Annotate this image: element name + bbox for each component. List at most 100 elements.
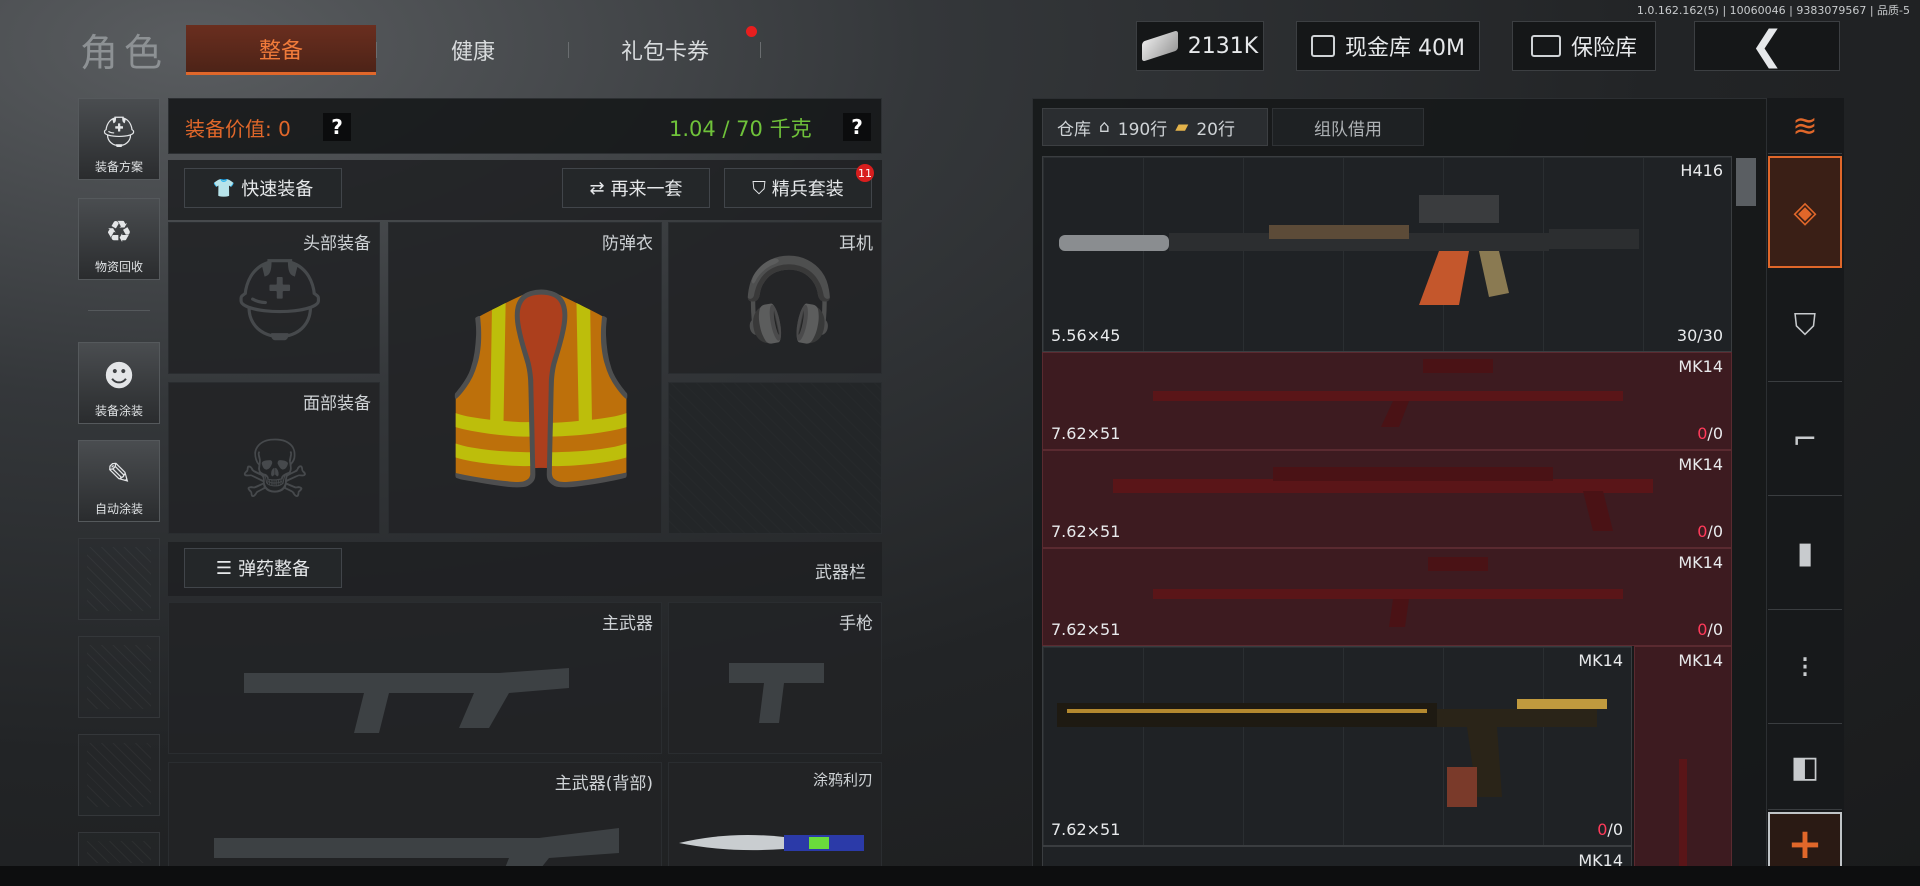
item-name: H416 [1680,161,1723,180]
money-display[interactable]: 2131K [1136,21,1264,71]
ammo-prep-button[interactable]: ☰ 弹药整备 [184,548,342,588]
primary-weapon-label: 主武器 [602,614,653,634]
category-all-icon[interactable]: ◈ [1768,156,1842,268]
tab-team-borrow[interactable]: 组队借用 [1272,108,1424,146]
recycle-button[interactable]: ♻ 物资回收 [78,198,160,280]
item-name: MK14 [1678,651,1723,670]
item-ammo-count: 0/0 [1697,620,1723,639]
soldier-icon: ☻ [103,358,135,394]
tab-health[interactable]: 健康 [378,25,568,75]
helmet-icon: ⛑ [229,253,331,346]
tab-storage[interactable]: 仓库 ⌂ 190行 ▰ 20行 [1042,108,1268,146]
back-button[interactable]: ❮ [1694,21,1840,71]
storage-item[interactable]: MK14 7.62×51 0/0 [1042,352,1732,450]
melee-label: 涂鸦利刃 [812,771,873,789]
safe-button[interactable]: 保险库 [1512,21,1656,71]
storage-item[interactable]: H416 5.56×45 30/30 [1042,156,1732,352]
quick-equip-label: 快速装备 [241,179,314,200]
storage-item[interactable]: MK14 [1634,646,1732,883]
h416-rifle-image [1059,195,1639,305]
quick-actions-bar: 👕 快速装备 ⇄ 再来一套 ⛉ 精兵套装 11 [168,160,882,220]
locked-slot [668,382,882,534]
equip-value: 装备价值: 0 [185,117,291,141]
storage-rows: 190行 [1117,119,1168,140]
category-rifle-icon[interactable]: ⌐ [1768,384,1842,496]
ammo-prep-label: 弹药整备 [238,559,311,580]
cash-vault-button[interactable]: 现金库 40M [1296,21,1480,71]
equip-skin-button[interactable]: ☻ 装备涂装 [78,342,160,424]
recycle-icon: ♻ [105,214,133,250]
game-screen: 1.0.162.162(5) | 10060046 | 9383079567 |… [0,0,1920,886]
help-icon[interactable]: ? [843,113,871,141]
helmet-grid-icon: ⛑ [99,114,139,150]
category-magazine-icon[interactable]: ▮ [1768,498,1842,610]
loadout-plan-label: 装备方案 [94,160,143,174]
shirt-icon: 👕 [212,177,236,199]
item-name: MK14 [1678,357,1723,376]
brush-gear-icon: ✎ [106,456,132,492]
safe-label: 保险库 [1570,36,1637,61]
add-button[interactable]: + [1768,812,1842,874]
tab-divider [568,42,569,58]
quick-equip-button[interactable]: 👕 快速装备 [184,168,342,208]
tab-equip[interactable]: 整备 [186,25,376,75]
primary-weapon-slot[interactable]: 主武器 [168,602,662,754]
category-armor-icon[interactable]: ⛉ [1768,270,1842,382]
earphone-slot[interactable]: 耳机 🎧 [668,222,882,374]
equip-value-bar: 装备价值: 0 ? 1.04 / 70 千克 ? [168,98,882,154]
money-icon [1141,30,1178,62]
item-caliber: 7.62×51 [1051,820,1121,839]
item-name: MK14 [1678,553,1723,572]
storage-item[interactable]: MK14 7.62×51 0/0 [1042,646,1632,846]
vest-icon: 🦺 [429,284,654,493]
sort-layers-icon[interactable]: ≋ [1768,100,1842,154]
face-slot[interactable]: 面部装备 ☠ [168,382,380,534]
help-icon[interactable]: ? [323,113,351,141]
item-caliber: 7.62×51 [1051,620,1121,639]
earphone-slot-label: 耳机 [839,234,873,254]
vault-icon [1311,35,1335,57]
mk14-rifle-image [1679,759,1687,883]
side-divider [88,310,150,311]
loadout-plan-button[interactable]: ⛑ 装备方案 [78,98,160,180]
mk14-rifle-image [1153,359,1623,427]
pistol-label: 手枪 [839,614,873,634]
tab-divider [376,42,377,58]
weapon-bar-label: 武器栏 [815,563,866,583]
money-value: 2131K [1187,33,1259,59]
ammo-bar: ☰ 弹药整备 武器栏 [168,542,882,596]
again-button[interactable]: ⇄ 再来一套 [562,168,710,208]
again-label: 再来一套 [610,179,683,200]
head-slot[interactable]: 头部装备 ⛑ [168,222,380,374]
shield-icon: ⛉ [752,177,766,199]
category-ammo-icon[interactable]: ⁝ [1768,612,1842,724]
empty-side-slot [78,734,160,816]
storage-item[interactable]: MK14 7.62×51 0/0 [1042,548,1732,646]
recycle-label: 物资回收 [94,260,143,274]
primary-back-slot[interactable]: 主武器(背部) [168,762,662,883]
ammo-icon: ☰ [215,557,233,579]
storage-item[interactable]: MK14 7.62×51 0/0 [1042,450,1732,548]
empty-side-slot [78,636,160,718]
equip-skin-label: 装备涂装 [94,404,143,418]
house-icon: ⌂ [1099,117,1110,137]
page-title: 角色 [80,31,169,75]
storage-rows-2: 20行 [1196,119,1235,140]
category-scope-icon[interactable]: ◧ [1768,726,1842,810]
face-slot-label: 面部装备 [303,394,371,414]
armor-slot-label: 防弹衣 [602,234,653,254]
tab-divider [760,42,761,58]
safe-icon [1530,35,1561,57]
auto-skin-button[interactable]: ✎ 自动涂装 [78,440,160,522]
elite-badge: 11 [856,164,874,182]
empty-side-slot [78,538,160,620]
scrollbar-thumb[interactable] [1736,158,1756,206]
elite-set-button[interactable]: ⛉ 精兵套装 [724,168,872,208]
armor-slot[interactable]: 防弹衣 🦺 [388,222,662,534]
item-caliber: 5.56×45 [1051,326,1121,345]
item-ammo-count: 0/0 [1697,522,1723,541]
melee-slot[interactable]: 涂鸦利刃 [668,762,882,882]
tab-gift[interactable]: 礼包卡券 [570,25,760,75]
mk14-rifle-image [1113,467,1653,531]
pistol-slot[interactable]: 手枪 [668,602,882,754]
